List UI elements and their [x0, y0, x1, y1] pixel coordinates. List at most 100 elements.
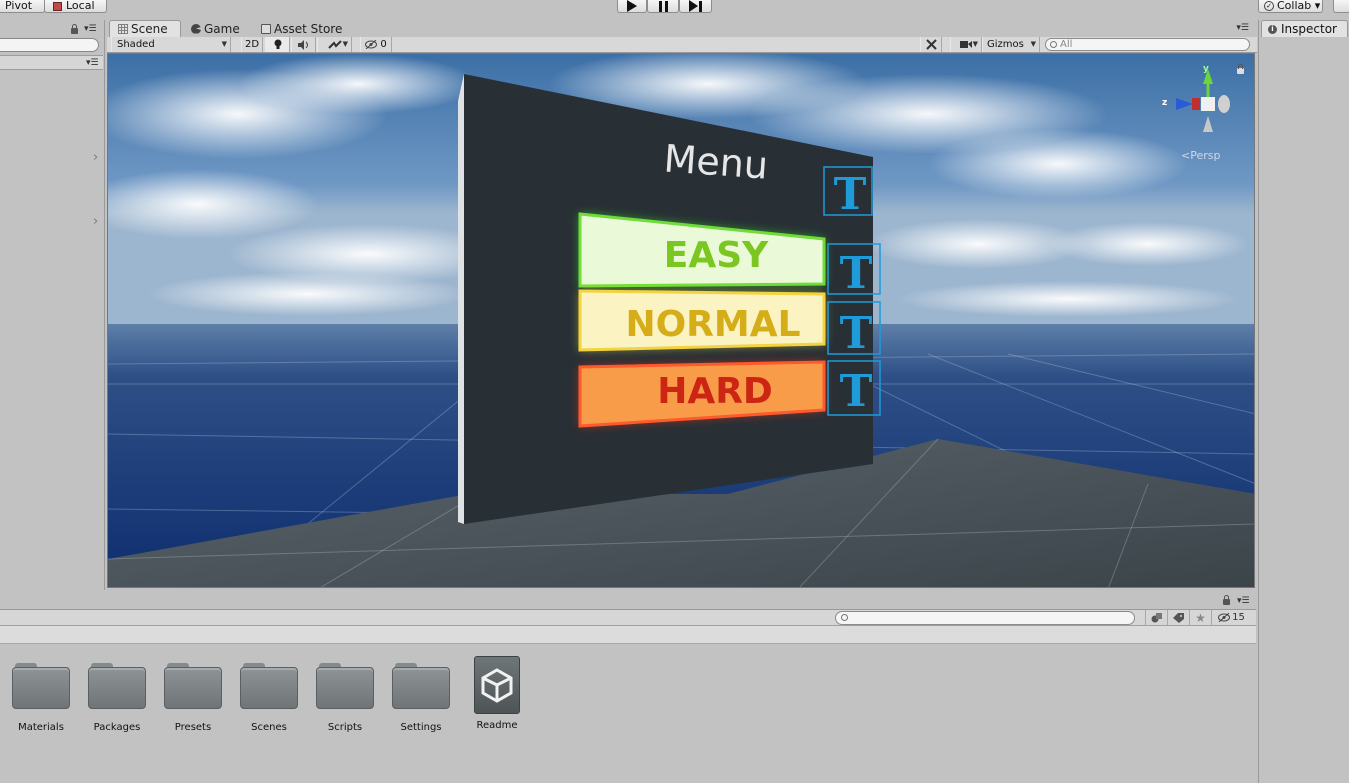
step-button[interactable] — [679, 0, 712, 13]
scene-hidden-count: 0 — [380, 39, 387, 50]
asset-folder-scenes[interactable]: Scenes — [234, 656, 304, 733]
text-gizmo-icon: T — [840, 308, 873, 359]
hierarchy-search-input[interactable] — [0, 38, 99, 52]
scene-search-input[interactable]: All — [1045, 38, 1250, 51]
chevron-right-icon[interactable]: › — [93, 150, 98, 165]
panel-menu-icon[interactable]: ▾☰ — [84, 25, 97, 34]
audio-toggle[interactable] — [291, 37, 316, 52]
star-icon: ★ — [1195, 610, 1206, 625]
favorites-button[interactable]: ★ — [1189, 610, 1211, 625]
camera-icon — [960, 41, 972, 48]
chevron-right-icon[interactable]: › — [93, 214, 98, 229]
dropdown-arrow-icon: ▼ — [342, 40, 348, 48]
projection-toggle[interactable]: <Persp — [1181, 149, 1220, 162]
asset-folder-presets[interactable]: Presets — [158, 656, 228, 733]
effects-dropdown[interactable]: ▼ — [317, 37, 352, 52]
asset-label: Scripts — [327, 722, 363, 733]
hierarchy-panel: ▾☰ ▾☰ › › — [0, 20, 105, 590]
folder-icon — [88, 663, 146, 709]
camera-settings-dropdown[interactable]: ▼ — [950, 37, 982, 52]
scene-menu-icon[interactable]: ▾☰ — [86, 59, 99, 68]
pivot-toggle[interactable]: Pivot — [0, 0, 45, 13]
unity-logo-icon — [474, 656, 520, 714]
normal-button[interactable]: NORMAL — [578, 289, 826, 352]
2d-label: 2D — [244, 39, 260, 50]
tab-inspector[interactable]: i Inspector — [1261, 20, 1348, 37]
filter-by-type-button[interactable] — [1145, 610, 1167, 625]
folder-icon — [12, 663, 70, 709]
asset-label: Materials — [18, 722, 64, 733]
axis-z-label: z — [1162, 98, 1168, 108]
panel-menu-icon[interactable]: ▾☰ — [1237, 597, 1250, 606]
axis-y-label: y — [1203, 64, 1209, 74]
scene-tab-strip: Scene Game Asset Store ▾☰ — [107, 20, 1257, 37]
tab-scene-label: Scene — [131, 22, 168, 36]
asset-grid: Materials Packages Presets Scenes Script… — [0, 656, 1256, 746]
project-toolbar: ★ 15 — [0, 610, 1256, 626]
folder-icon — [392, 663, 450, 709]
hidden-eye-icon — [1218, 613, 1231, 622]
local-toggle[interactable]: Local — [44, 0, 107, 13]
gizmo-lock-icon[interactable] — [1237, 64, 1244, 74]
lock-icon[interactable] — [71, 24, 78, 34]
tab-game[interactable]: Game — [187, 20, 257, 37]
asset-folder-scripts[interactable]: Scripts — [310, 656, 380, 733]
tag-icon — [1173, 612, 1184, 623]
info-icon: i — [1268, 24, 1277, 34]
lock-icon[interactable] — [1223, 595, 1230, 605]
gizmos-dropdown[interactable]: Gizmos ▼ — [982, 37, 1040, 52]
filter-by-label-button[interactable] — [1167, 610, 1189, 625]
shading-mode-dropdown[interactable]: Shaded ▼ — [111, 37, 231, 52]
asset-label: Scenes — [251, 722, 287, 733]
asset-readme[interactable]: Readme — [462, 656, 532, 731]
scene-visibility-toggle[interactable]: 0 — [360, 37, 392, 52]
scene-render: Menu EASY NORMAL HARD T T T T — [108, 54, 1254, 587]
tab-store-label: Asset Store — [274, 21, 343, 36]
pause-icon — [658, 0, 668, 12]
text-gizmo-icon: T — [834, 169, 867, 220]
account-button[interactable] — [1333, 0, 1349, 13]
grid-icon — [118, 24, 128, 34]
local-label: Local — [66, 0, 95, 12]
collab-label: Collab ▾ — [1277, 0, 1321, 12]
hidden-packages-count: 15 — [1232, 612, 1245, 623]
project-search-input[interactable] — [835, 611, 1135, 625]
store-icon — [261, 23, 271, 34]
lighting-toggle[interactable] — [265, 37, 290, 52]
dropdown-arrow-icon: ▼ — [1030, 40, 1036, 48]
panel-menu-icon[interactable]: ▾☰ — [1236, 24, 1249, 33]
board-edge — [458, 74, 464, 524]
pause-button[interactable] — [647, 0, 679, 13]
folder-icon — [316, 663, 374, 709]
folder-icon — [240, 663, 298, 709]
asset-folder-packages[interactable]: Packages — [82, 656, 152, 733]
hierarchy-scene-row[interactable]: ▾☰ — [0, 55, 103, 70]
dropdown-arrow-icon: ▼ — [221, 40, 227, 48]
play-button[interactable] — [617, 0, 647, 13]
scene-viewport[interactable]: Menu EASY NORMAL HARD T T T T y z <Persp — [107, 53, 1255, 588]
tools-icon — [925, 39, 937, 50]
speaker-icon — [297, 39, 308, 50]
scene-tools-button[interactable] — [920, 37, 942, 52]
tab-scene[interactable]: Scene — [109, 20, 181, 37]
project-panel: ▾☰ ★ 15 Materials Packages Presets Scene… — [0, 590, 1256, 783]
cube-icon — [53, 1, 62, 11]
asset-folder-materials[interactable]: Materials — [6, 656, 76, 733]
2d-toggle[interactable]: 2D — [241, 37, 263, 52]
asset-folder-settings[interactable]: Settings — [386, 656, 456, 733]
asset-label: Presets — [174, 722, 212, 733]
hard-label: HARD — [657, 371, 773, 412]
main-toolbar: Pivot Local ✓ Collab ▾ — [0, 0, 1349, 20]
hidden-packages-toggle[interactable]: 15 — [1211, 610, 1251, 625]
check-circle-icon: ✓ — [1264, 1, 1274, 11]
dropdown-arrow-icon: ▼ — [972, 40, 978, 48]
project-header: ▾☰ — [0, 590, 1256, 610]
tab-asset-store[interactable]: Asset Store — [257, 20, 357, 37]
play-icon — [627, 0, 637, 12]
inspector-tab-label: Inspector — [1281, 22, 1337, 36]
asset-label: Settings — [400, 722, 442, 733]
projection-label: Persp — [1190, 149, 1221, 162]
shapes-icon — [1151, 612, 1162, 622]
collab-dropdown[interactable]: ✓ Collab ▾ — [1258, 0, 1323, 13]
game-icon — [191, 23, 201, 34]
